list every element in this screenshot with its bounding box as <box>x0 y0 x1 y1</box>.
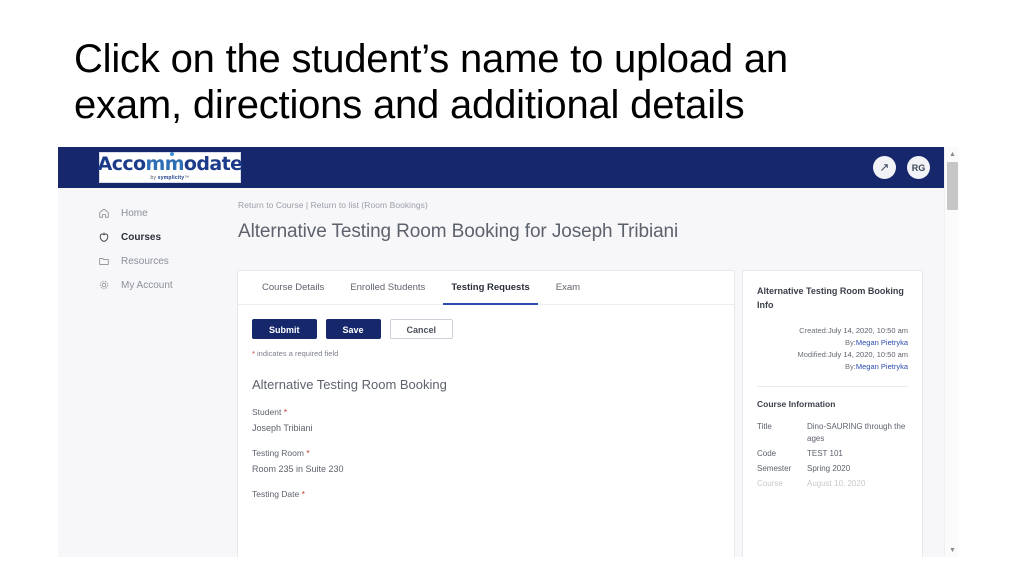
meta-value-created: July 14, 2020, 10:50 am <box>827 326 908 335</box>
expand-arrow-icon[interactable] <box>873 156 896 179</box>
required-field-note: * indicates a required field <box>238 339 734 358</box>
logo-word-start: Acco <box>97 153 146 175</box>
logo-word-accent: mm <box>145 153 185 175</box>
course-row-key: Title <box>757 422 772 431</box>
course-row-key: Code <box>757 449 777 458</box>
meta-key: By: <box>845 338 856 347</box>
course-row-dates: Course August 10, 2020 <box>757 478 908 490</box>
course-row-title: Title Dino-SAURING through the ages <box>757 421 908 445</box>
booking-info-panel: Alternative Testing Room Booking Info Cr… <box>742 270 923 557</box>
tab-testing-requests[interactable]: Testing Requests <box>438 271 542 305</box>
cancel-button[interactable]: Cancel <box>389 319 454 339</box>
save-button[interactable]: Save <box>325 319 381 339</box>
field-value-testing-room[interactable]: Room 235 in Suite 230 <box>252 464 734 474</box>
course-row-value: Dino-SAURING through the ages <box>807 422 906 443</box>
main-content: Return to Course | Return to list (Room … <box>218 188 944 557</box>
meta-value-modified: July 14, 2020, 10:50 am <box>827 350 908 359</box>
page-title: Alternative Testing Room Booking for Jos… <box>238 221 679 242</box>
form-section-title: Alternative Testing Room Booking <box>252 377 447 392</box>
app-topbar: Accommodate by symplicity™ RG <box>58 147 944 188</box>
sidebar: Home Courses Resources My Account <box>58 188 218 557</box>
tab-exam[interactable]: Exam <box>543 271 593 305</box>
meta-row-modified: Modified: July 14, 2020, 10:50 am <box>757 349 909 361</box>
sidebar-item-resources[interactable]: Resources <box>58 249 218 273</box>
avatar[interactable]: RG <box>907 156 930 179</box>
home-icon <box>98 207 110 219</box>
app-screenshot-window: Accommodate by symplicity™ RG Home Cours… <box>58 147 959 557</box>
meta-key: Modified: <box>797 350 828 359</box>
required-star: * <box>301 489 305 499</box>
meta-row-created: Created: July 14, 2020, 10:50 am <box>757 325 908 337</box>
field-label-text: Student <box>252 407 282 417</box>
field-label: Testing Room * <box>252 448 734 458</box>
form-action-bar: Submit Save Cancel <box>238 305 734 339</box>
course-row-value: TEST 101 <box>807 449 843 458</box>
accommodate-logo[interactable]: Accommodate by symplicity™ <box>97 152 243 183</box>
course-row-code: Code TEST 101 <box>757 448 908 460</box>
meta-key: By: <box>845 362 856 371</box>
field-testing-room: Testing Room * Room 235 in Suite 230 <box>238 433 734 474</box>
logo-word-end: odate <box>183 153 243 175</box>
field-label-text: Testing Room <box>252 448 304 458</box>
meta-key: Created: <box>799 326 828 335</box>
meta-row-created-by: By: Megan Pietryka <box>757 337 908 349</box>
course-row-key: Course <box>757 479 783 488</box>
booking-form-card: Course Details Enrolled Students Testing… <box>237 270 735 557</box>
submit-button[interactable]: Submit <box>252 319 317 339</box>
breadcrumb[interactable]: Return to Course | Return to list (Room … <box>238 200 428 210</box>
info-panel-title: Alternative Testing Room Booking Info <box>757 286 904 310</box>
logo-person-dot-icon <box>169 152 174 156</box>
required-star: * <box>306 448 310 458</box>
tab-course-details[interactable]: Course Details <box>249 271 337 305</box>
folder-icon <box>98 255 110 267</box>
course-information-title: Course Information <box>757 399 836 409</box>
required-star: * <box>283 407 287 417</box>
logo-tagline-suffix: ™ <box>184 175 190 181</box>
apple-icon <box>98 231 110 243</box>
logo-tagline: by symplicity™ <box>151 175 190 181</box>
vertical-scrollbar[interactable]: ▲ ▼ <box>944 147 959 557</box>
scrollbar-thumb[interactable] <box>947 162 958 210</box>
course-row-value: August 10, 2020 <box>807 479 866 488</box>
meta-value-created-by[interactable]: Megan Pietryka <box>856 337 908 349</box>
sidebar-item-my-account[interactable]: My Account <box>58 273 218 297</box>
required-note-text: indicates a required field <box>254 349 339 358</box>
sidebar-item-label: Home <box>121 207 148 219</box>
course-row-key: Semester <box>757 464 792 473</box>
sidebar-item-label: Resources <box>121 255 169 267</box>
field-testing-date: Testing Date * <box>238 474 734 499</box>
gear-icon <box>98 279 110 291</box>
scroll-up-arrow-icon[interactable]: ▲ <box>945 147 959 161</box>
app-body: Home Courses Resources My Account Return… <box>58 188 944 557</box>
meta-value-modified-by[interactable]: Megan Pietryka <box>856 361 908 373</box>
field-label: Testing Date * <box>252 489 734 499</box>
logo-tagline-prefix: by <box>150 175 158 181</box>
slide-heading: Click on the student’s name to upload an… <box>74 37 788 127</box>
sidebar-item-label: Courses <box>121 231 162 243</box>
scroll-down-arrow-icon[interactable]: ▼ <box>945 543 959 557</box>
course-row-semester: Semester Spring 2020 <box>757 463 908 475</box>
meta-row-modified-by: By: Megan Pietryka <box>757 361 908 373</box>
tab-enrolled-students[interactable]: Enrolled Students <box>337 271 438 305</box>
field-student: Student * Joseph Tribiani <box>238 392 734 433</box>
sidebar-item-home[interactable]: Home <box>58 201 218 225</box>
logo-wordmark: Accommodate <box>97 152 243 175</box>
field-label-text: Testing Date <box>252 489 300 499</box>
sidebar-item-courses[interactable]: Courses <box>58 225 218 249</box>
sidebar-item-label: My Account <box>121 279 173 291</box>
field-value-student[interactable]: Joseph Tribiani <box>252 423 734 433</box>
logo-tagline-brand: symplicity <box>157 175 185 181</box>
topbar-action-group: RG <box>873 156 930 179</box>
tab-bar: Course Details Enrolled Students Testing… <box>238 271 734 305</box>
course-row-value: Spring 2020 <box>807 464 851 473</box>
info-panel-divider <box>757 386 908 387</box>
field-label: Student * <box>252 407 734 417</box>
